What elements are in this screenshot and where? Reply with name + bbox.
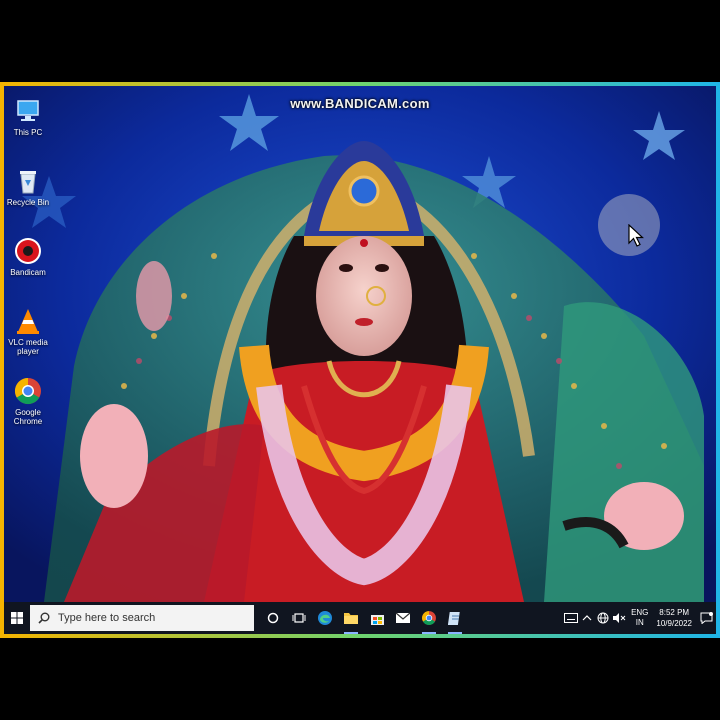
mail-icon	[395, 612, 411, 623]
this-pc-icon	[17, 100, 39, 121]
edge-icon	[318, 611, 332, 625]
notification-center-button[interactable]	[698, 602, 714, 634]
volume-muted-icon	[613, 613, 626, 623]
cortana-button[interactable]	[260, 602, 286, 634]
desktop-icon-bandicam[interactable]: Bandicam	[6, 236, 50, 277]
chrome-icon	[14, 377, 41, 405]
bandicam-watermark: www.BANDICAM.com	[290, 96, 430, 111]
cortana-icon	[267, 612, 279, 624]
taskbar-app-mail[interactable]	[390, 602, 416, 634]
taskbar-app-notepad[interactable]	[442, 602, 468, 634]
desktop-icon-label: Bandicam	[10, 268, 46, 277]
taskbar-app-file-explorer[interactable]	[338, 602, 364, 634]
running-indicator	[344, 632, 358, 634]
desktop-icon-chrome[interactable]: Google Chrome	[6, 376, 50, 426]
desktop-icon-vlc[interactable]: VLC media player	[6, 306, 50, 356]
mouse-pointer-icon	[628, 224, 644, 247]
taskbar-app-store[interactable]	[364, 602, 390, 634]
taskbar-search-box[interactable]: Type here to search	[30, 605, 254, 631]
desktop-icon-label: Google Chrome	[13, 408, 43, 426]
keyboard-button[interactable]	[563, 602, 579, 634]
taskbar-clock[interactable]: 8:52 PM 10/9/2022	[656, 607, 692, 629]
keyboard-icon	[564, 613, 579, 623]
bandicam-icon	[15, 238, 41, 264]
start-button[interactable]	[4, 602, 30, 634]
search-placeholder: Type here to search	[58, 612, 156, 624]
chrome-icon	[422, 611, 436, 625]
show-hidden-icons-button[interactable]	[579, 602, 595, 634]
network-button[interactable]	[595, 602, 611, 634]
clock-time: 8:52 PM	[659, 608, 690, 617]
desktop-screen: www.BANDICAM.com This PC Recycle Bin Ban…	[4, 86, 716, 634]
notepad-icon	[448, 612, 460, 625]
desktop-icon-label: This PC	[13, 128, 43, 137]
taskbar: Type here to search ENG IN 8:52 PM 10/9/…	[4, 602, 716, 634]
chevron-up-icon	[582, 615, 592, 621]
region-code: IN	[635, 618, 644, 627]
search-icon	[38, 612, 50, 624]
globe-network-icon	[597, 612, 609, 624]
clock-date: 10/9/2022	[656, 619, 692, 628]
notification-icon	[700, 612, 713, 624]
desktop-icon-this-pc[interactable]: This PC	[6, 96, 50, 137]
taskbar-app-edge[interactable]	[312, 602, 338, 634]
input-language-indicator[interactable]: ENG IN	[631, 608, 648, 628]
desktop-icon-label: Recycle Bin	[6, 198, 50, 207]
task-view-button[interactable]	[286, 602, 312, 634]
vlc-icon	[17, 309, 39, 334]
task-view-icon	[292, 613, 306, 623]
recycle-bin-icon	[20, 171, 36, 194]
desktop-icon-recycle-bin[interactable]: Recycle Bin	[6, 166, 50, 207]
store-icon	[370, 614, 384, 625]
system-tray: ENG IN 8:52 PM 10/9/2022	[563, 602, 716, 634]
volume-button[interactable]	[611, 602, 627, 634]
video-frame: www.BANDICAM.com This PC Recycle Bin Ban…	[0, 82, 720, 638]
desktop-wallpaper	[4, 86, 716, 602]
taskbar-app-chrome[interactable]	[416, 602, 442, 634]
windows-logo-icon	[11, 612, 23, 624]
file-explorer-icon	[344, 613, 358, 624]
desktop-icon-label: VLC media player	[8, 338, 48, 356]
language-code: ENG	[631, 608, 649, 617]
running-indicator	[422, 632, 436, 634]
mouse-cursor-highlight	[598, 194, 660, 256]
running-indicator	[448, 632, 462, 634]
